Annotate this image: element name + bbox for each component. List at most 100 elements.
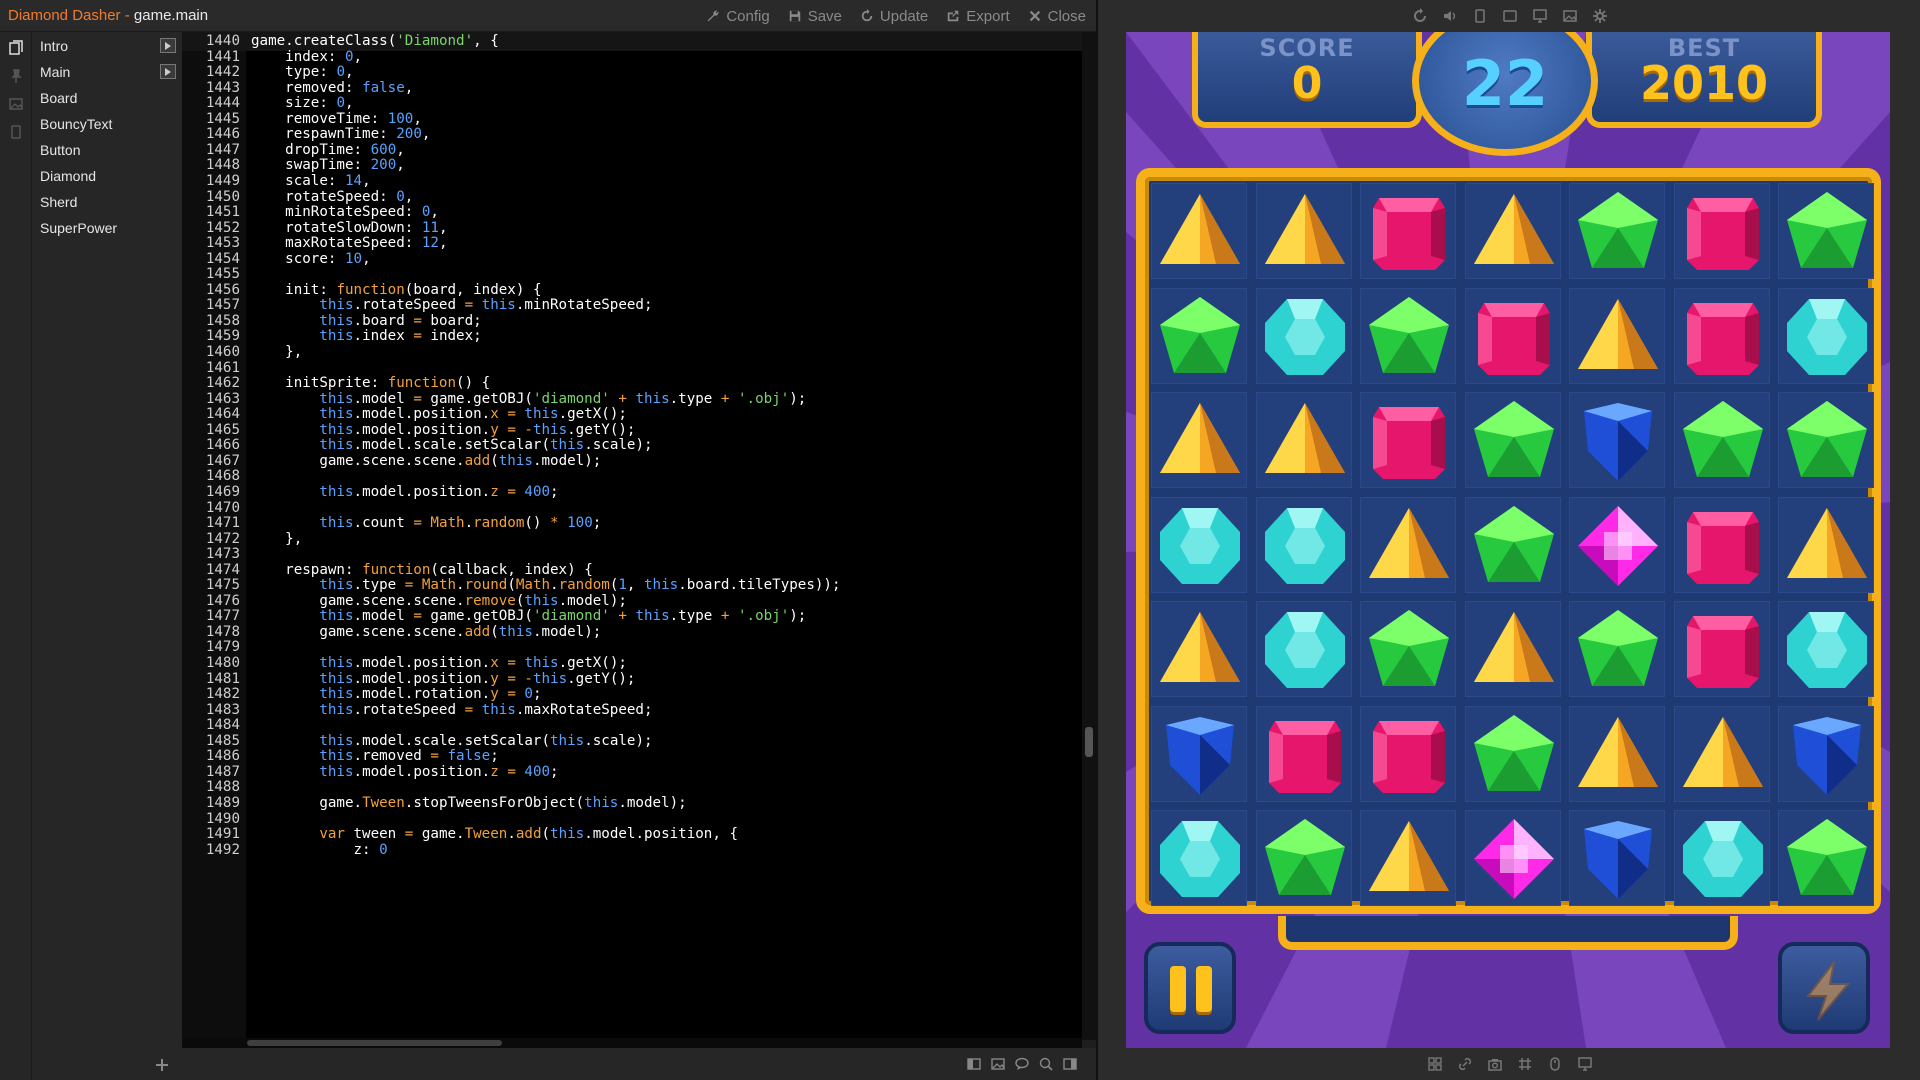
board-cell[interactable] bbox=[1360, 392, 1456, 488]
volume-icon[interactable] bbox=[1442, 8, 1458, 24]
board-cell[interactable] bbox=[1569, 810, 1665, 906]
board-cell[interactable] bbox=[1464, 496, 1561, 593]
config-button[interactable]: Config bbox=[706, 8, 770, 25]
file-item-board[interactable]: Board bbox=[32, 85, 182, 111]
split-view-icon[interactable] bbox=[966, 1056, 982, 1072]
gear-icon[interactable] bbox=[1592, 8, 1608, 24]
board-cell[interactable] bbox=[1360, 705, 1456, 802]
board-cell[interactable] bbox=[1360, 601, 1456, 697]
save-button[interactable]: Save bbox=[788, 8, 842, 25]
image-icon[interactable] bbox=[990, 1056, 1006, 1072]
file-item-main[interactable]: Main bbox=[32, 59, 182, 85]
file-item-button[interactable]: Button bbox=[32, 137, 182, 163]
game-canvas[interactable]: SCORE 0 BEST 2010 22 bbox=[1126, 32, 1890, 1048]
board-cell[interactable] bbox=[1151, 183, 1247, 279]
panel-icon[interactable] bbox=[1062, 1056, 1078, 1072]
update-button[interactable]: Update bbox=[860, 8, 928, 25]
board-cell[interactable] bbox=[1151, 496, 1247, 593]
board-cell[interactable] bbox=[1151, 392, 1247, 488]
board-cell[interactable] bbox=[1778, 287, 1874, 384]
image-icon[interactable] bbox=[8, 96, 24, 112]
board-cell[interactable] bbox=[1255, 287, 1352, 384]
board-cell[interactable] bbox=[1255, 183, 1352, 279]
board-cell[interactable] bbox=[1255, 392, 1352, 488]
board-cell[interactable] bbox=[1255, 810, 1352, 906]
board-cell[interactable] bbox=[1569, 496, 1665, 593]
scrollbar-thumb[interactable] bbox=[1085, 727, 1093, 757]
board-cell[interactable] bbox=[1778, 601, 1874, 697]
board-cell[interactable] bbox=[1360, 287, 1456, 384]
board-cell[interactable] bbox=[1464, 392, 1561, 488]
board-cell[interactable] bbox=[1569, 601, 1665, 697]
board-cell[interactable] bbox=[1569, 705, 1665, 802]
board-cell[interactable] bbox=[1360, 810, 1456, 906]
board-cell[interactable] bbox=[1778, 392, 1874, 488]
gem-board[interactable] bbox=[1136, 168, 1881, 914]
preview-bottom-bar bbox=[1098, 1048, 1920, 1080]
file-item-diamond[interactable]: Diamond bbox=[32, 163, 182, 189]
files-icon[interactable] bbox=[8, 40, 24, 56]
board-cell[interactable] bbox=[1673, 810, 1770, 906]
link-icon[interactable] bbox=[1457, 1056, 1473, 1072]
close-button[interactable]: Close bbox=[1028, 8, 1086, 25]
board-cell[interactable] bbox=[1151, 287, 1247, 384]
board-cell[interactable] bbox=[1464, 287, 1561, 384]
superpower-button[interactable] bbox=[1778, 942, 1870, 1034]
board-cell[interactable] bbox=[1778, 496, 1874, 593]
board-cell[interactable] bbox=[1673, 601, 1770, 697]
pause-button[interactable] bbox=[1144, 942, 1236, 1034]
play-button[interactable] bbox=[160, 64, 176, 79]
board-cell[interactable] bbox=[1360, 496, 1456, 593]
board-cell[interactable] bbox=[1255, 601, 1352, 697]
zoom-icon[interactable] bbox=[1038, 1056, 1054, 1072]
device-icon[interactable] bbox=[8, 124, 24, 140]
board-cell[interactable] bbox=[1778, 705, 1874, 802]
file-item-bouncytext[interactable]: BouncyText bbox=[32, 111, 182, 137]
green-gem-icon bbox=[1787, 401, 1867, 477]
board-cell[interactable] bbox=[1151, 810, 1247, 906]
refresh-icon[interactable] bbox=[1412, 8, 1428, 24]
code-area[interactable]: 1440 game.createClass('Diamond', {1441 in… bbox=[182, 32, 1082, 1040]
add-file-button[interactable] bbox=[154, 1057, 170, 1073]
board-cell[interactable] bbox=[1778, 183, 1874, 279]
screenshot-icon[interactable] bbox=[1562, 8, 1578, 24]
hash-icon[interactable] bbox=[1517, 1056, 1533, 1072]
board-cell[interactable] bbox=[1569, 183, 1665, 279]
export-button[interactable]: Export bbox=[946, 8, 1010, 25]
board-cell[interactable] bbox=[1569, 392, 1665, 488]
file-item-intro[interactable]: Intro bbox=[32, 33, 182, 59]
desktop-icon[interactable] bbox=[1532, 8, 1548, 24]
board-cell[interactable] bbox=[1778, 810, 1874, 906]
board-cell[interactable] bbox=[1255, 496, 1352, 593]
vertical-scrollbar[interactable] bbox=[1082, 32, 1096, 1040]
toolbar: Config Save Update Export Close bbox=[706, 0, 1086, 32]
grid-icon[interactable] bbox=[1427, 1056, 1443, 1072]
scrollbar-thumb[interactable] bbox=[247, 1040, 502, 1046]
camera-icon[interactable] bbox=[1487, 1056, 1503, 1072]
phone-icon[interactable] bbox=[1472, 8, 1488, 24]
board-cell[interactable] bbox=[1151, 601, 1247, 697]
monitor-icon[interactable] bbox=[1577, 1056, 1593, 1072]
pink-gem-icon bbox=[1477, 302, 1550, 375]
comment-icon[interactable] bbox=[1014, 1056, 1030, 1072]
board-cell[interactable] bbox=[1151, 705, 1247, 802]
file-item-sherd[interactable]: Sherd bbox=[32, 189, 182, 215]
board-cell[interactable] bbox=[1255, 705, 1352, 802]
board-cell[interactable] bbox=[1464, 705, 1561, 802]
board-cell[interactable] bbox=[1569, 287, 1665, 384]
board-cell[interactable] bbox=[1360, 183, 1456, 279]
board-cell[interactable] bbox=[1673, 287, 1770, 384]
board-cell[interactable] bbox=[1464, 810, 1561, 906]
mouse-icon[interactable] bbox=[1547, 1056, 1563, 1072]
board-cell[interactable] bbox=[1464, 183, 1561, 279]
tablet-icon[interactable] bbox=[1502, 8, 1518, 24]
file-item-superpower[interactable]: SuperPower bbox=[32, 215, 182, 241]
board-cell[interactable] bbox=[1673, 183, 1770, 279]
pin-icon[interactable] bbox=[8, 68, 24, 84]
board-cell[interactable] bbox=[1673, 392, 1770, 488]
play-button[interactable] bbox=[160, 38, 176, 53]
horizontal-scrollbar[interactable] bbox=[182, 1038, 1082, 1048]
board-cell[interactable] bbox=[1673, 496, 1770, 593]
board-cell[interactable] bbox=[1673, 705, 1770, 802]
board-cell[interactable] bbox=[1464, 601, 1561, 697]
